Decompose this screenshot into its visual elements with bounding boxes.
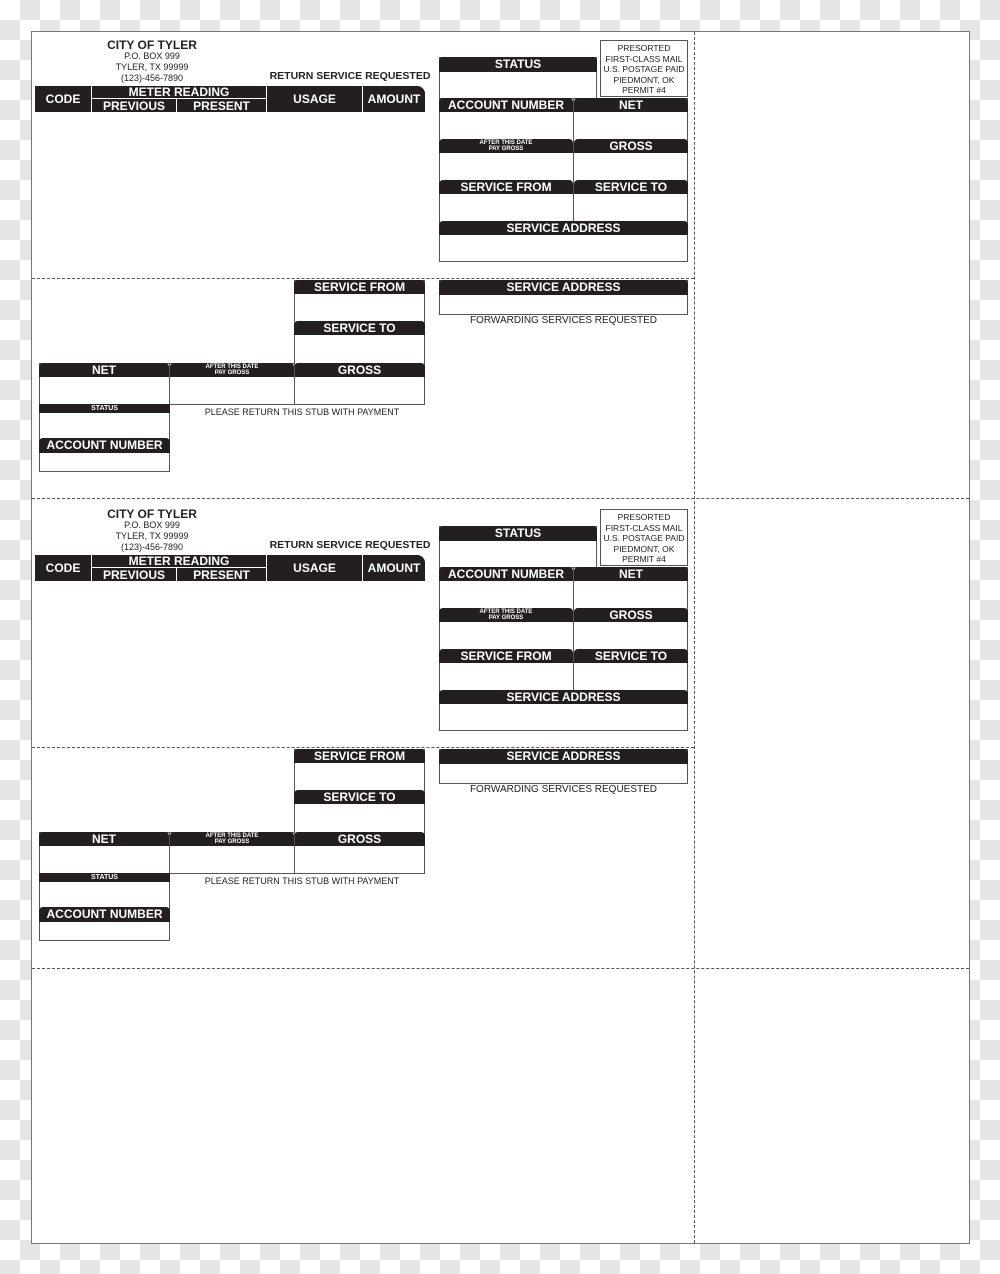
after-date-label: AFTER THIS DATE PAY GROSS <box>439 139 573 153</box>
city-state: TYLER, TX 99999 <box>115 531 189 541</box>
service-from-label: SERVICE FROM <box>439 180 573 194</box>
col-meter-reading: METER READING <box>92 85 267 99</box>
after-date-label: AFTER THIS DATE PAY GROSS <box>439 608 573 622</box>
col-present: PRESENT <box>177 99 267 113</box>
return-service-requested: RETURN SERVICE REQUESTED <box>269 70 431 82</box>
after-date-line: PAY GROSS <box>488 615 524 621</box>
return-stub-note: PLEASE RETURN THIS STUB WITH PAYMENT <box>204 407 400 417</box>
stub-service-from-label: SERVICE FROM <box>294 280 425 294</box>
col-amount: AMOUNT <box>363 555 425 581</box>
forwarding-note: FORWARDING SERVICES REQUESTED <box>469 315 658 326</box>
postage-line: FIRST-CLASS MAIL <box>605 522 683 533</box>
postage-line: PERMIT #4 <box>622 85 666 95</box>
bill-form-page: CITY OF TYLER P.O. BOX 999 TYLER, TX 999… <box>31 31 970 1244</box>
stub-account-number-label: ACCOUNT NUMBER <box>39 438 170 453</box>
return-stub-note: PLEASE RETURN THIS STUB WITH PAYMENT <box>204 876 400 886</box>
gross-label: GROSS <box>574 608 688 622</box>
stub-service-box <box>294 749 425 874</box>
col-meter-reading: METER READING <box>92 554 267 568</box>
col-usage: USAGE <box>267 555 363 581</box>
forwarding-note: FORWARDING SERVICES REQUESTED <box>469 784 658 795</box>
service-from-label: SERVICE FROM <box>439 649 573 663</box>
postage-line: FIRST-CLASS MAIL <box>605 53 683 64</box>
col-amount: AMOUNT <box>363 86 425 112</box>
postage-indicia: PRESORTED FIRST-CLASS MAIL U.S. POSTAGE … <box>600 509 688 566</box>
col-previous: PREVIOUS <box>92 568 177 582</box>
net-label: NET <box>574 567 688 581</box>
po-box: P.O. BOX 999 <box>124 520 180 530</box>
city-state: TYLER, TX 99999 <box>115 62 189 72</box>
stub-gross-label: GROSS <box>294 363 425 377</box>
col-present: PRESENT <box>177 568 267 582</box>
status-label: STATUS <box>439 526 597 541</box>
service-to-label: SERVICE TO <box>574 180 688 194</box>
stub-after-date-label: AFTER THIS DATE PAY GROSS <box>170 363 294 377</box>
after-date-line: PAY GROSS <box>214 839 250 845</box>
gross-label: GROSS <box>574 139 688 153</box>
postage-line: PRESORTED <box>617 512 671 522</box>
net-label: NET <box>574 98 688 112</box>
stub-service-address-label: SERVICE ADDRESS <box>439 749 688 764</box>
stub-service-box <box>294 280 425 405</box>
postage-line: PERMIT #4 <box>622 554 666 564</box>
stub-service-to-label: SERVICE TO <box>294 790 425 804</box>
stub-status-label: STATUS <box>39 404 170 413</box>
postage-line: PIEDMONT, OK <box>613 543 675 554</box>
postage-line: U.S. POSTAGE PAID <box>603 533 685 543</box>
service-to-label: SERVICE TO <box>574 649 688 663</box>
po-box: P.O. BOX 999 <box>124 51 180 61</box>
after-date-line: PAY GROSS <box>488 146 524 152</box>
postage-line: PIEDMONT, OK <box>613 74 675 85</box>
service-address-label: SERVICE ADDRESS <box>439 690 688 704</box>
bill-section: CITY OF TYLER P.O. BOX 999 TYLER, TX 999… <box>32 32 969 502</box>
divider <box>573 98 574 221</box>
account-number-label: ACCOUNT NUMBER <box>439 98 573 112</box>
stub-gross-label: GROSS <box>294 832 425 846</box>
stub-after-date-label: AFTER THIS DATE PAY GROSS <box>170 832 294 846</box>
phone: (123)-456-7890 <box>120 542 184 552</box>
stub-account-number-label: ACCOUNT NUMBER <box>39 907 170 922</box>
postage-indicia: PRESORTED FIRST-CLASS MAIL U.S. POSTAGE … <box>600 40 688 97</box>
return-service-requested: RETURN SERVICE REQUESTED <box>269 539 431 551</box>
col-usage: USAGE <box>267 86 363 112</box>
stub-service-address-label: SERVICE ADDRESS <box>439 280 688 295</box>
account-number-label: ACCOUNT NUMBER <box>439 567 573 581</box>
city-name: CITY OF TYLER <box>107 507 197 521</box>
phone: (123)-456-7890 <box>120 73 184 83</box>
divider <box>573 567 574 690</box>
after-date-line: PAY GROSS <box>214 370 250 376</box>
charges-table-header: CODE METER READING PREVIOUS PRESENT USAG… <box>35 554 425 582</box>
col-previous: PREVIOUS <box>92 99 177 113</box>
col-code: CODE <box>35 555 92 581</box>
city-name: CITY OF TYLER <box>107 38 197 52</box>
charges-table-header: CODE METER READING PREVIOUS PRESENT USAG… <box>35 85 425 113</box>
stub-service-to-label: SERVICE TO <box>294 321 425 335</box>
stub-service-from-label: SERVICE FROM <box>294 749 425 763</box>
col-code: CODE <box>35 86 92 112</box>
stub-net-label: NET <box>39 832 169 846</box>
status-label: STATUS <box>439 57 597 72</box>
postage-line: U.S. POSTAGE PAID <box>603 64 685 74</box>
postage-line: PRESORTED <box>617 43 671 53</box>
stub-net-label: NET <box>39 363 169 377</box>
service-address-label: SERVICE ADDRESS <box>439 221 688 235</box>
stub-status-label: STATUS <box>39 873 170 882</box>
bill-section: CITY OF TYLER P.O. BOX 999 TYLER, TX 999… <box>32 501 969 971</box>
